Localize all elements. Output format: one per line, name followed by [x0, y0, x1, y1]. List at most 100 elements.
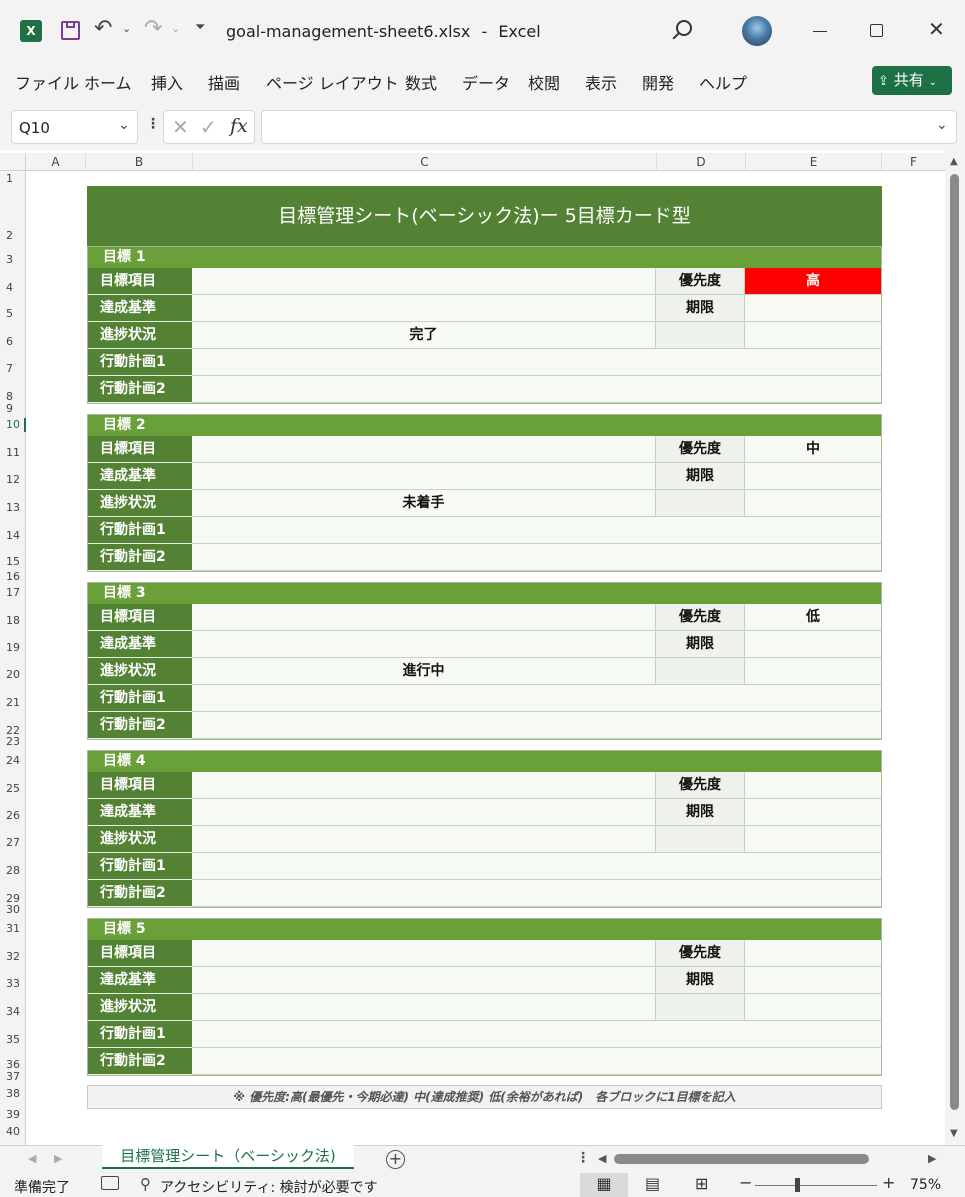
goal-plan1-cell[interactable] [192, 685, 882, 712]
goal-plan2-cell[interactable] [192, 880, 882, 907]
save-icon[interactable] [61, 21, 80, 40]
scroll-up-icon[interactable]: ▲ [950, 156, 958, 167]
row-header[interactable]: 39 [0, 1108, 26, 1122]
zoom-out-icon[interactable]: − [739, 1173, 752, 1192]
row-header[interactable]: 13 [0, 501, 26, 515]
deadline-value-cell[interactable] [745, 967, 882, 994]
sheet-tab-active[interactable]: 目標管理シート（ベーシック法) [102, 1145, 354, 1169]
avatar[interactable] [742, 16, 772, 46]
row-header[interactable]: 30 [0, 903, 26, 917]
row-header[interactable]: 16 [0, 570, 26, 584]
tab-page-layout[interactable]: ページ レイアウト [266, 70, 399, 94]
zoom-slider-thumb[interactable] [795, 1178, 800, 1192]
goal-criteria-cell[interactable] [192, 463, 656, 490]
column-header-a[interactable]: A [26, 153, 86, 171]
horizontal-scroll-thumb[interactable] [614, 1154, 869, 1164]
maximize-icon[interactable] [870, 24, 883, 37]
priority-value-cell[interactable] [745, 772, 882, 799]
row-header[interactable]: 24 [0, 754, 26, 768]
row-header[interactable]: 4 [0, 281, 26, 295]
row-header[interactable]: 1 [0, 172, 26, 186]
redo-dropdown-icon[interactable]: ⌄ [171, 22, 180, 35]
tab-home[interactable]: ホーム [84, 70, 132, 94]
goal-item-cell[interactable] [192, 772, 656, 799]
row-header[interactable]: 32 [0, 950, 26, 964]
scroll-down-icon[interactable]: ▼ [950, 1128, 958, 1139]
row-header[interactable]: 38 [0, 1087, 26, 1101]
row-header[interactable]: 15 [0, 555, 26, 569]
column-header-c[interactable]: C [193, 153, 657, 171]
deadline-value-cell[interactable] [745, 295, 882, 322]
tab-formulas[interactable]: 数式 [405, 70, 437, 94]
blank-label-cell[interactable] [656, 490, 745, 517]
deadline-value-cell[interactable] [745, 631, 882, 658]
priority-value-cell[interactable]: 高 [745, 268, 882, 295]
extra-value-cell[interactable] [745, 322, 882, 349]
row-header[interactable]: 40 [0, 1125, 26, 1139]
accessibility-icon[interactable]: ⚲ [140, 1175, 151, 1193]
row-header[interactable]: 28 [0, 864, 26, 878]
goal-criteria-cell[interactable] [192, 967, 656, 994]
column-header-f[interactable]: F [882, 153, 945, 171]
row-header[interactable]: 25 [0, 782, 26, 796]
row-header[interactable]: 14 [0, 529, 26, 543]
goal-progress-cell[interactable] [192, 994, 656, 1021]
goal-progress-cell[interactable]: 未着手 [192, 490, 656, 517]
worksheet-grid[interactable]: A B C D E F 1 2 3 4 5 6 7 8 9 10 11 12 13 14 15 16 17 18 1… [0, 150, 965, 1145]
tab-file[interactable]: ファイル [15, 70, 79, 94]
name-box[interactable]: Q10 ⌄ [11, 110, 138, 144]
vertical-scroll-thumb[interactable] [950, 174, 959, 1110]
page-layout-view-icon[interactable]: ▤ [645, 1174, 660, 1193]
row-header[interactable]: 12 [0, 473, 26, 487]
tab-help[interactable]: ヘルプ [699, 70, 747, 94]
row-header[interactable]: 31 [0, 922, 26, 936]
insert-function-icon[interactable]: fx [230, 115, 248, 137]
add-sheet-icon[interactable]: + [386, 1150, 405, 1169]
goal-plan2-cell[interactable] [192, 544, 882, 571]
zoom-in-icon[interactable]: + [882, 1173, 895, 1192]
goal-progress-cell[interactable] [192, 826, 656, 853]
blank-label-cell[interactable] [656, 826, 745, 853]
accessibility-status[interactable]: アクセシビリティ: 検討が必要です [160, 1177, 378, 1197]
tab-draw[interactable]: 描画 [208, 70, 240, 94]
normal-view-icon[interactable]: ▦ [580, 1173, 628, 1197]
deadline-value-cell[interactable] [745, 463, 882, 490]
row-header[interactable]: 3 [0, 253, 26, 267]
customize-qat-icon[interactable]: ⏷ [195, 20, 205, 35]
blank-label-cell[interactable] [656, 658, 745, 685]
scroll-right-icon[interactable]: ▶ [928, 1152, 936, 1165]
row-header[interactable]: 17 [0, 586, 26, 600]
minimize-icon[interactable] [813, 31, 827, 32]
row-header[interactable]: 33 [0, 977, 26, 991]
row-header[interactable]: 19 [0, 641, 26, 655]
column-header-b[interactable]: B [86, 153, 193, 171]
goal-item-cell[interactable] [192, 604, 656, 631]
chevron-down-icon[interactable]: ⌄ [118, 117, 130, 133]
row-header[interactable]: 21 [0, 696, 26, 710]
prev-sheet-icon[interactable]: ◀ [28, 1152, 36, 1165]
priority-value-cell[interactable]: 中 [745, 436, 882, 463]
goal-criteria-cell[interactable] [192, 799, 656, 826]
row-header[interactable]: 7 [0, 362, 26, 376]
row-header[interactable]: 34 [0, 1005, 26, 1019]
extra-value-cell[interactable] [745, 994, 882, 1021]
cancel-icon[interactable]: ✕ [172, 115, 189, 139]
chevron-down-icon[interactable]: ⌄ [936, 117, 948, 133]
column-header-e[interactable]: E [746, 153, 882, 171]
row-header[interactable]: 11 [0, 446, 26, 460]
priority-value-cell[interactable]: 低 [745, 604, 882, 631]
redo-icon[interactable]: ↷ [144, 16, 162, 41]
macro-record-icon[interactable] [101, 1176, 119, 1190]
row-header[interactable]: 18 [0, 614, 26, 628]
tab-developer[interactable]: 開発 [642, 70, 674, 94]
close-icon[interactable]: ✕ [928, 17, 945, 41]
zoom-level[interactable]: 75% [910, 1177, 941, 1193]
row-header[interactable]: 5 [0, 307, 26, 321]
deadline-value-cell[interactable] [745, 799, 882, 826]
enter-icon[interactable]: ✓ [200, 115, 217, 139]
goal-plan1-cell[interactable] [192, 349, 882, 376]
undo-icon[interactable]: ↶ [94, 16, 112, 41]
more-options-icon[interactable]: ⋮ [576, 1150, 590, 1166]
tab-view[interactable]: 表示 [585, 70, 617, 94]
goal-plan1-cell[interactable] [192, 1021, 882, 1048]
